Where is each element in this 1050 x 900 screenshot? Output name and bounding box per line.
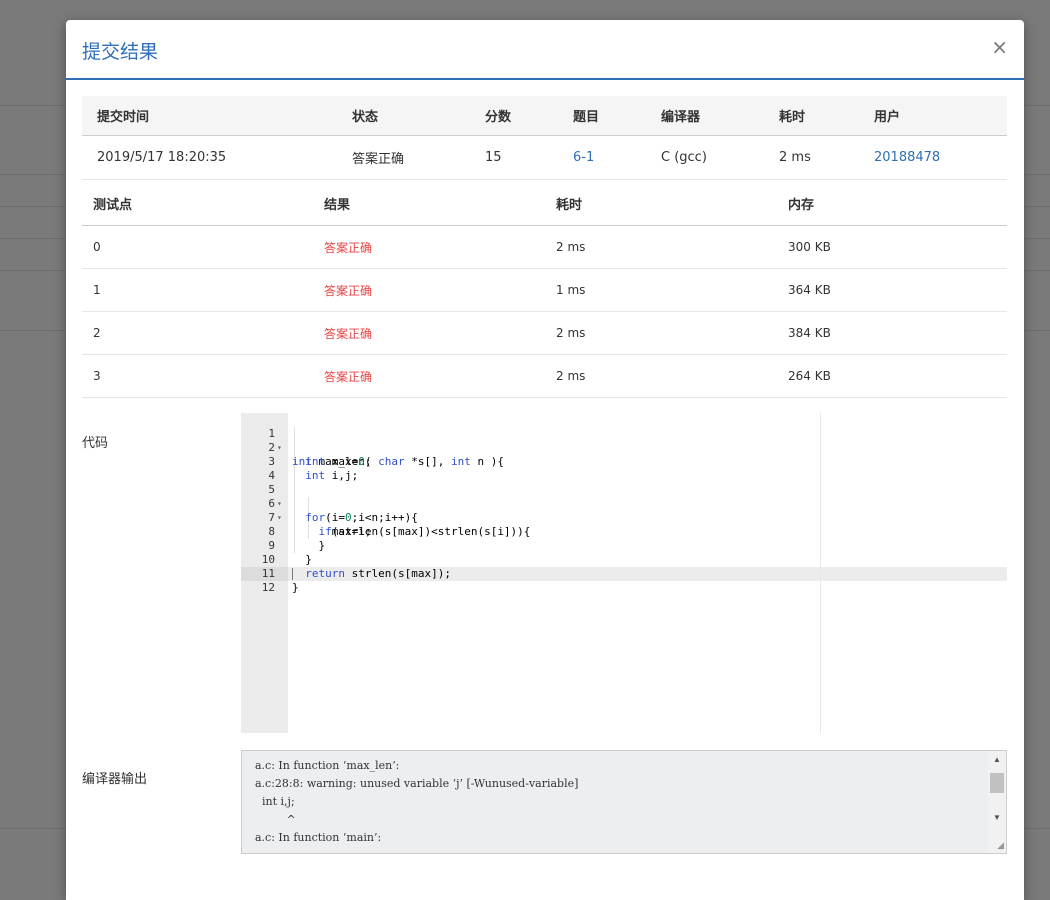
test-time: 2 ms: [545, 311, 777, 355]
code-line: 8 }: [241, 511, 1007, 552]
table-row: 3 答案正确 2 ms 264 KB: [82, 354, 1007, 398]
output-line: int i,j;: [255, 795, 295, 808]
test-memory: 300 KB: [777, 225, 1007, 269]
compiler-output-label: 编译器输出: [82, 772, 148, 787]
table-row: 1 答案正确 1 ms 364 KB: [82, 268, 1007, 312]
test-time: 2 ms: [545, 225, 777, 269]
output-line: a.c: In function ‘max_len’:: [255, 759, 400, 772]
code-editor[interactable]: 1 ▾ int max_len( char *s[], int n ){ 2 i…: [241, 413, 1007, 733]
test-point-id: 1: [82, 268, 313, 312]
test-time: 2 ms: [545, 354, 777, 398]
code-line: 12: [241, 567, 1007, 594]
test-point-id: 2: [82, 311, 313, 355]
modal-header: 提交结果 ×: [66, 20, 1024, 80]
header-status: 状态: [337, 96, 470, 136]
test-result: 答案正确: [313, 268, 545, 312]
user-link[interactable]: 20188478: [874, 150, 940, 165]
compiler: C (gcc): [646, 135, 764, 180]
header-test-point: 测试点: [82, 181, 313, 226]
code-line: 2 int max=0;: [241, 427, 1007, 468]
code-line: 9 }: [241, 525, 1007, 566]
test-point-id: 0: [82, 225, 313, 269]
code-line: 3 int i,j;: [241, 441, 1007, 482]
submit-time: 2019/5/17 18:20:35: [82, 135, 337, 180]
submission-header-row: 提交时间 状态 分数 题目 编译器 耗时 用户: [82, 96, 1007, 136]
score: 15: [470, 135, 558, 180]
elapsed-time: 2 ms: [764, 135, 859, 180]
header-user: 用户: [859, 96, 1007, 136]
code-text: }: [292, 581, 299, 594]
scrollbar-thumb[interactable]: [990, 773, 1004, 793]
header-compiler: 编译器: [646, 96, 764, 136]
code-line: 6 ▾ if(strlen(s[max])<strlen(s[i])){: [241, 483, 1007, 538]
problem-link[interactable]: 6-1: [573, 150, 594, 165]
test-case-table: 测试点 结果 耗时 内存 0 答案正确 2 ms 300 KB 1 答案正确 1…: [82, 181, 1007, 398]
line-number: 12: [261, 581, 275, 594]
code-line: 4: [241, 455, 1007, 482]
test-memory: 364 KB: [777, 268, 1007, 312]
test-memory: 264 KB: [777, 354, 1007, 398]
test-point-id: 3: [82, 354, 313, 398]
header-score: 分数: [470, 96, 558, 136]
test-case-header-row: 测试点 结果 耗时 内存: [82, 181, 1007, 226]
test-result: 答案正确: [313, 354, 545, 398]
status-badge: 答案正确: [337, 135, 470, 180]
scroll-up-icon[interactable]: ▲: [988, 755, 1006, 764]
header-submit-time: 提交时间: [82, 96, 337, 136]
code-line: 10 return strlen(s[max]);: [241, 539, 1007, 580]
table-row: 2 答案正确 2 ms 384 KB: [82, 311, 1007, 355]
code-label: 代码: [82, 436, 109, 451]
output-line: a.c:28:8: warning: unused variable ‘j’ […: [255, 777, 579, 790]
submission-result-modal: 提交结果 × 提交时间 状态 分数 题目 编译器 耗时 用户 2019/5/17…: [66, 20, 1024, 900]
header-problem: 题目: [558, 96, 646, 136]
submission-row: 2019/5/17 18:20:35 答案正确 15 6-1 C (gcc) 2…: [82, 135, 1007, 180]
compiler-output-textarea[interactable]: a.c: In function ‘max_len’: a.c:28:8: wa…: [241, 750, 1007, 854]
header-result: 结果: [313, 181, 545, 226]
output-line: ^: [255, 813, 296, 826]
test-time: 1 ms: [545, 268, 777, 312]
code-line: 1 ▾ int max_len( char *s[], int n ){: [241, 413, 1007, 468]
test-memory: 384 KB: [777, 311, 1007, 355]
resize-grip-icon[interactable]: ◢: [997, 840, 1004, 851]
header-memory: 内存: [777, 181, 1007, 226]
close-icon[interactable]: ×: [991, 36, 1008, 58]
text-cursor: [292, 568, 293, 580]
output-line: a.c: In function ‘main’:: [255, 831, 382, 844]
table-row: 0 答案正确 2 ms 300 KB: [82, 225, 1007, 269]
scroll-down-icon[interactable]: ▼: [988, 813, 1006, 822]
output-scrollbar[interactable]: ▲ ▼: [988, 751, 1006, 853]
code-line: 11 }: [241, 553, 1007, 594]
code-line: 5 ▾ for(i=0;i<n;i++){: [241, 469, 1007, 524]
test-result: 答案正确: [313, 225, 545, 269]
modal-title: 提交结果: [82, 41, 159, 63]
submission-table: 提交时间 状态 分数 题目 编译器 耗时 用户 2019/5/17 18:20:…: [82, 96, 1007, 180]
code-line: 7 max=i;: [241, 497, 1007, 538]
header-time: 耗时: [545, 181, 777, 226]
header-elapsed: 耗时: [764, 96, 859, 136]
test-result: 答案正确: [313, 311, 545, 355]
